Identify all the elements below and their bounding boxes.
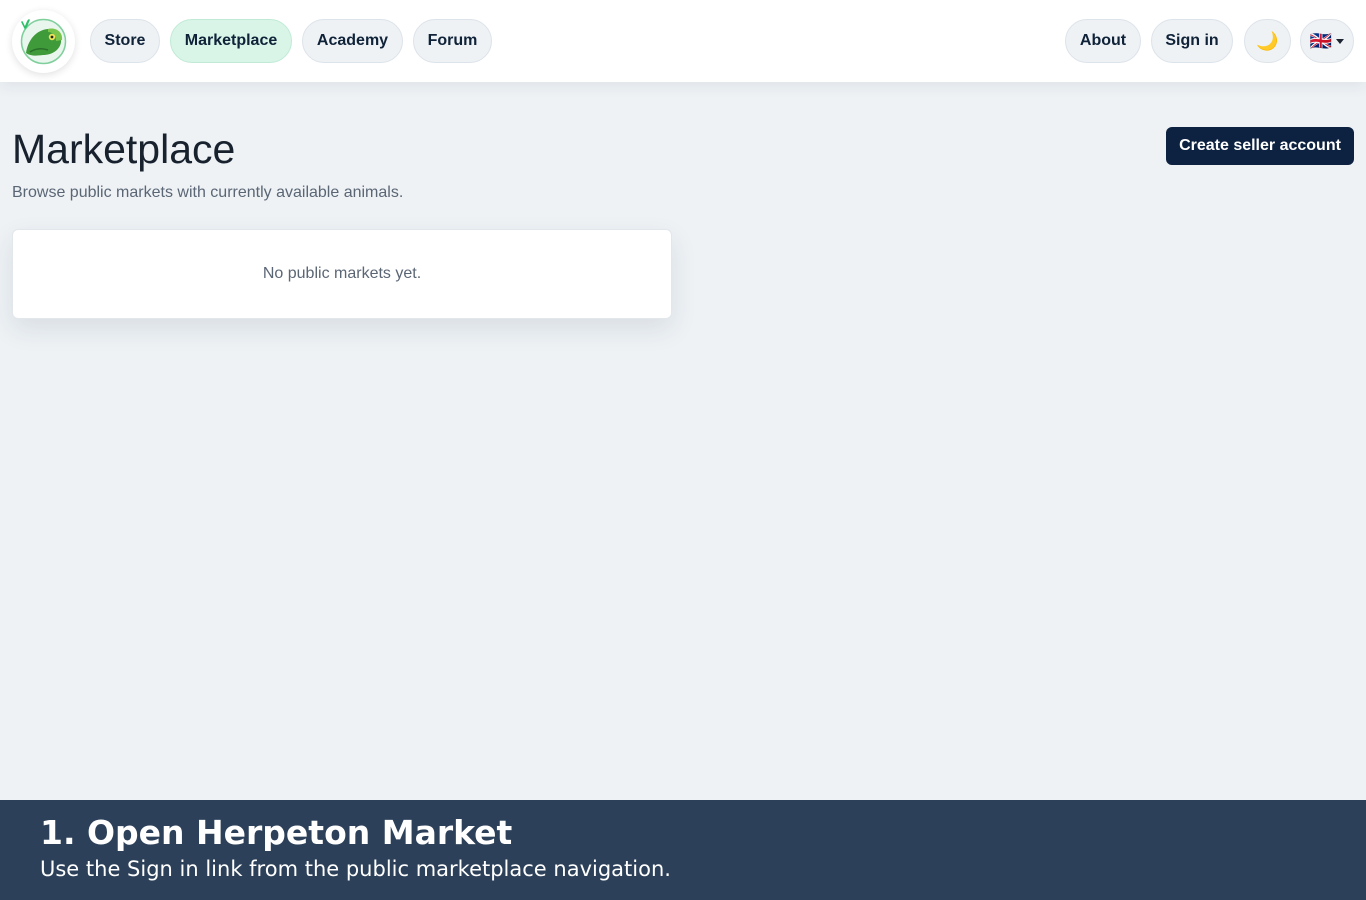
- language-selector[interactable]: 🇬🇧: [1300, 19, 1354, 63]
- nav-store[interactable]: Store: [90, 19, 160, 63]
- site-logo[interactable]: [12, 10, 75, 73]
- page-subtitle: Browse public markets with currently ava…: [12, 184, 404, 201]
- nav-forum[interactable]: Forum: [413, 19, 492, 63]
- markets-empty-card: No public markets yet.: [12, 229, 672, 319]
- moon-icon: 🌙: [1256, 30, 1279, 51]
- page-title: Marketplace: [12, 126, 236, 172]
- theme-toggle-button[interactable]: 🌙: [1244, 19, 1291, 63]
- create-seller-account-button[interactable]: Create seller account: [1166, 127, 1354, 165]
- caption-text: Use the Sign in link from the public mar…: [40, 857, 671, 881]
- empty-state-message: No public markets yet.: [262, 265, 422, 282]
- chevron-down-icon: [1336, 38, 1345, 44]
- nav-marketplace[interactable]: Marketplace: [170, 19, 292, 63]
- nav-academy[interactable]: Academy: [302, 19, 403, 63]
- top-navigation-bar: Store Marketplace Academy Forum About Si…: [0, 0, 1366, 82]
- nav-about[interactable]: About: [1065, 19, 1141, 63]
- caption-title: 1. Open Herpeton Market: [40, 813, 513, 852]
- sign-in-link[interactable]: Sign in: [1151, 19, 1233, 63]
- uk-flag-icon: 🇬🇧: [1309, 30, 1333, 51]
- chameleon-logo-icon: [20, 18, 67, 65]
